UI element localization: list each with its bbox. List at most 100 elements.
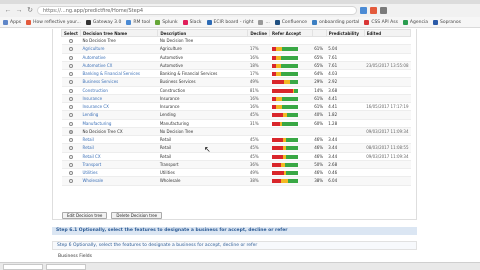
- table-row[interactable]: Wholesale Wholesale 38% 38% 6.04: [61, 176, 411, 186]
- table-row[interactable]: Insurance Insurance 16% 61% 4.41: [61, 94, 411, 104]
- extension-icon[interactable]: [360, 7, 367, 14]
- row-radio-button[interactable]: [68, 105, 73, 110]
- select-cell: [61, 61, 81, 71]
- updated-timestamp: [364, 77, 411, 87]
- table-row[interactable]: Business Services Business Services 49% 29%…: [61, 77, 411, 87]
- decision-tree-link[interactable]: Transport: [82, 162, 101, 167]
- row-radio-button[interactable]: [68, 113, 73, 118]
- decision-tree-link[interactable]: Utilities: [82, 170, 97, 175]
- col-updated[interactable]: Edited: [363, 29, 412, 37]
- decision-tree-link[interactable]: Business Services: [82, 79, 118, 84]
- decision-tree-link[interactable]: Wholesale: [82, 178, 103, 183]
- row-radio-button[interactable]: [68, 96, 73, 101]
- table-row[interactable]: Manufacturing Manufacturing 31% 60% 1.28: [61, 119, 411, 128]
- decision-tree-link[interactable]: Manufacturing: [82, 121, 111, 126]
- row-radio-button[interactable]: [68, 80, 73, 85]
- updated-timestamp: [364, 69, 411, 79]
- bookmark-item[interactable]: onboarding portal: [312, 19, 359, 25]
- bookmark-item[interactable]: ...: [258, 19, 270, 25]
- bookmark-item[interactable]: Confluence: [274, 19, 307, 25]
- description-cell: Banking & Financial Services: [157, 69, 248, 79]
- step-header[interactable]: Step 6.1 Optionally, select the features…: [52, 227, 417, 235]
- table-row[interactable]: Transport Transport 36% 50% 2.68: [61, 160, 411, 170]
- table-row[interactable]: Retail Retail 45% 46% 3.44: [61, 135, 411, 145]
- row-radio-button[interactable]: [68, 171, 73, 176]
- taskbar-item[interactable]: [3, 263, 43, 270]
- decision-tree-link[interactable]: Retail: [82, 137, 93, 142]
- row-radio-button[interactable]: [68, 55, 73, 60]
- decision-tree-link[interactable]: Automotive CX: [82, 63, 112, 68]
- predictability-value: 4.03: [326, 69, 365, 79]
- distribution-cell: [269, 94, 313, 104]
- bookmark-item[interactable]: Slack: [182, 19, 202, 25]
- decision-tree-link[interactable]: Lending: [82, 112, 98, 117]
- row-radio-button[interactable]: [68, 121, 73, 126]
- bookmark-item[interactable]: RM tool: [126, 19, 150, 25]
- decision-tree-link[interactable]: Construction: [82, 88, 107, 93]
- edit-decision-tree-button[interactable]: Edit Decision tree: [62, 212, 108, 219]
- col-select: Select: [61, 29, 81, 37]
- bookmark-item[interactable]: Apps: [3, 19, 21, 25]
- row-radio-button[interactable]: [68, 39, 73, 44]
- updated-timestamp: [364, 160, 411, 170]
- distribution-bar: [271, 146, 298, 151]
- table-row[interactable]: Automotive Automotive 16% 65% 7.61: [61, 53, 411, 62]
- menu-icon[interactable]: [380, 7, 387, 14]
- row-radio-button[interactable]: [68, 138, 73, 143]
- predictability-value: 7.61: [326, 61, 365, 71]
- forward-icon[interactable]: →: [15, 7, 23, 15]
- row-radio-button[interactable]: [68, 88, 73, 93]
- bookmark-item[interactable]: How reflective your...: [26, 19, 81, 25]
- back-icon[interactable]: ←: [4, 7, 12, 15]
- row-radio-button[interactable]: [68, 179, 73, 184]
- table-row[interactable]: Lending Lending 45% 40% 1.82: [61, 110, 411, 120]
- name-cell: Agriculture: [80, 44, 158, 54]
- decision-tree-link[interactable]: Agriculture: [82, 46, 104, 51]
- bookmark-item[interactable]: ECIR board - right: [206, 19, 253, 25]
- taskbar-item[interactable]: [46, 263, 86, 270]
- bookmark-item[interactable]: Splunk: [155, 19, 178, 25]
- bookmark-item[interactable]: Gateway 3.0: [85, 19, 121, 25]
- address-bar[interactable]: https://...ng.app/predictfire/Home/Step4: [37, 6, 357, 15]
- bookmark-item[interactable]: CSS API Ass: [364, 19, 398, 25]
- step-subheader[interactable]: Step 6 Optionally, select the features t…: [52, 241, 417, 250]
- col-decline[interactable]: Decline: [247, 29, 271, 37]
- extension-icon[interactable]: [370, 7, 377, 14]
- row-radio-button[interactable]: [68, 146, 73, 151]
- row-radio-button[interactable]: [68, 72, 73, 77]
- delete-decision-tree-button[interactable]: Delete Decision tree: [111, 212, 163, 219]
- distribution-bar: [271, 121, 298, 126]
- table-row[interactable]: Utilities Utilities 49% 46% 0.46: [61, 168, 411, 178]
- decision-tree-link[interactable]: Insurance CX: [82, 104, 108, 109]
- row-radio-button[interactable]: [68, 162, 73, 167]
- table-row[interactable]: Retail Retail 45% 46% 3.44 08/03/2017 11:08:5…: [61, 143, 411, 153]
- bookmark-item[interactable]: Agencia: [402, 19, 428, 25]
- row-radio-button[interactable]: [68, 129, 73, 134]
- col-description[interactable]: Description: [157, 29, 249, 37]
- table-row[interactable]: Agriculture Agriculture 17% 61% 5.04: [61, 44, 411, 54]
- table-row[interactable]: No Decision Tree CX No Decision Tree 09/03…: [61, 127, 411, 137]
- select-cell: [61, 152, 81, 161]
- table-row[interactable]: Banking & Financial Services Banking & Fi…: [61, 69, 411, 79]
- decision-tree-link[interactable]: Retail: [82, 145, 93, 150]
- distribution-cell: [269, 127, 313, 137]
- col-name[interactable]: Decision tree Name: [79, 29, 159, 37]
- row-radio-button[interactable]: [68, 63, 73, 68]
- decision-tree-link[interactable]: Automotive: [82, 55, 105, 60]
- reload-icon[interactable]: ↻: [26, 7, 34, 15]
- table-row[interactable]: No Decision Tree No Decision Tree: [61, 36, 411, 46]
- table-row[interactable]: Retail CX Retail 45% 46% 3.44 09/03/2017 11:0…: [61, 152, 411, 161]
- bookmark-item[interactable]: Sopranos: [432, 19, 461, 25]
- decision-tree-link[interactable]: Insurance: [82, 96, 102, 101]
- distribution-cell: [269, 119, 313, 128]
- decision-tree-link[interactable]: Banking & Financial Services: [82, 71, 140, 76]
- row-radio-button[interactable]: [68, 154, 73, 159]
- decision-tree-link[interactable]: Retail CX: [82, 154, 100, 159]
- table-row[interactable]: Automotive CX Automotive 18% 65% 7.61 23/05/2…: [61, 61, 411, 71]
- col-predictability[interactable]: Predictability: [325, 29, 365, 37]
- decline-segment: [271, 88, 293, 93]
- table-row[interactable]: Construction Construction 81% 14% 3.68: [61, 86, 411, 95]
- taskbar: [0, 262, 480, 270]
- table-row[interactable]: Insurance CX Insurance 16% 61% 4.41 16/05/201…: [61, 102, 411, 112]
- row-radio-button[interactable]: [68, 47, 73, 52]
